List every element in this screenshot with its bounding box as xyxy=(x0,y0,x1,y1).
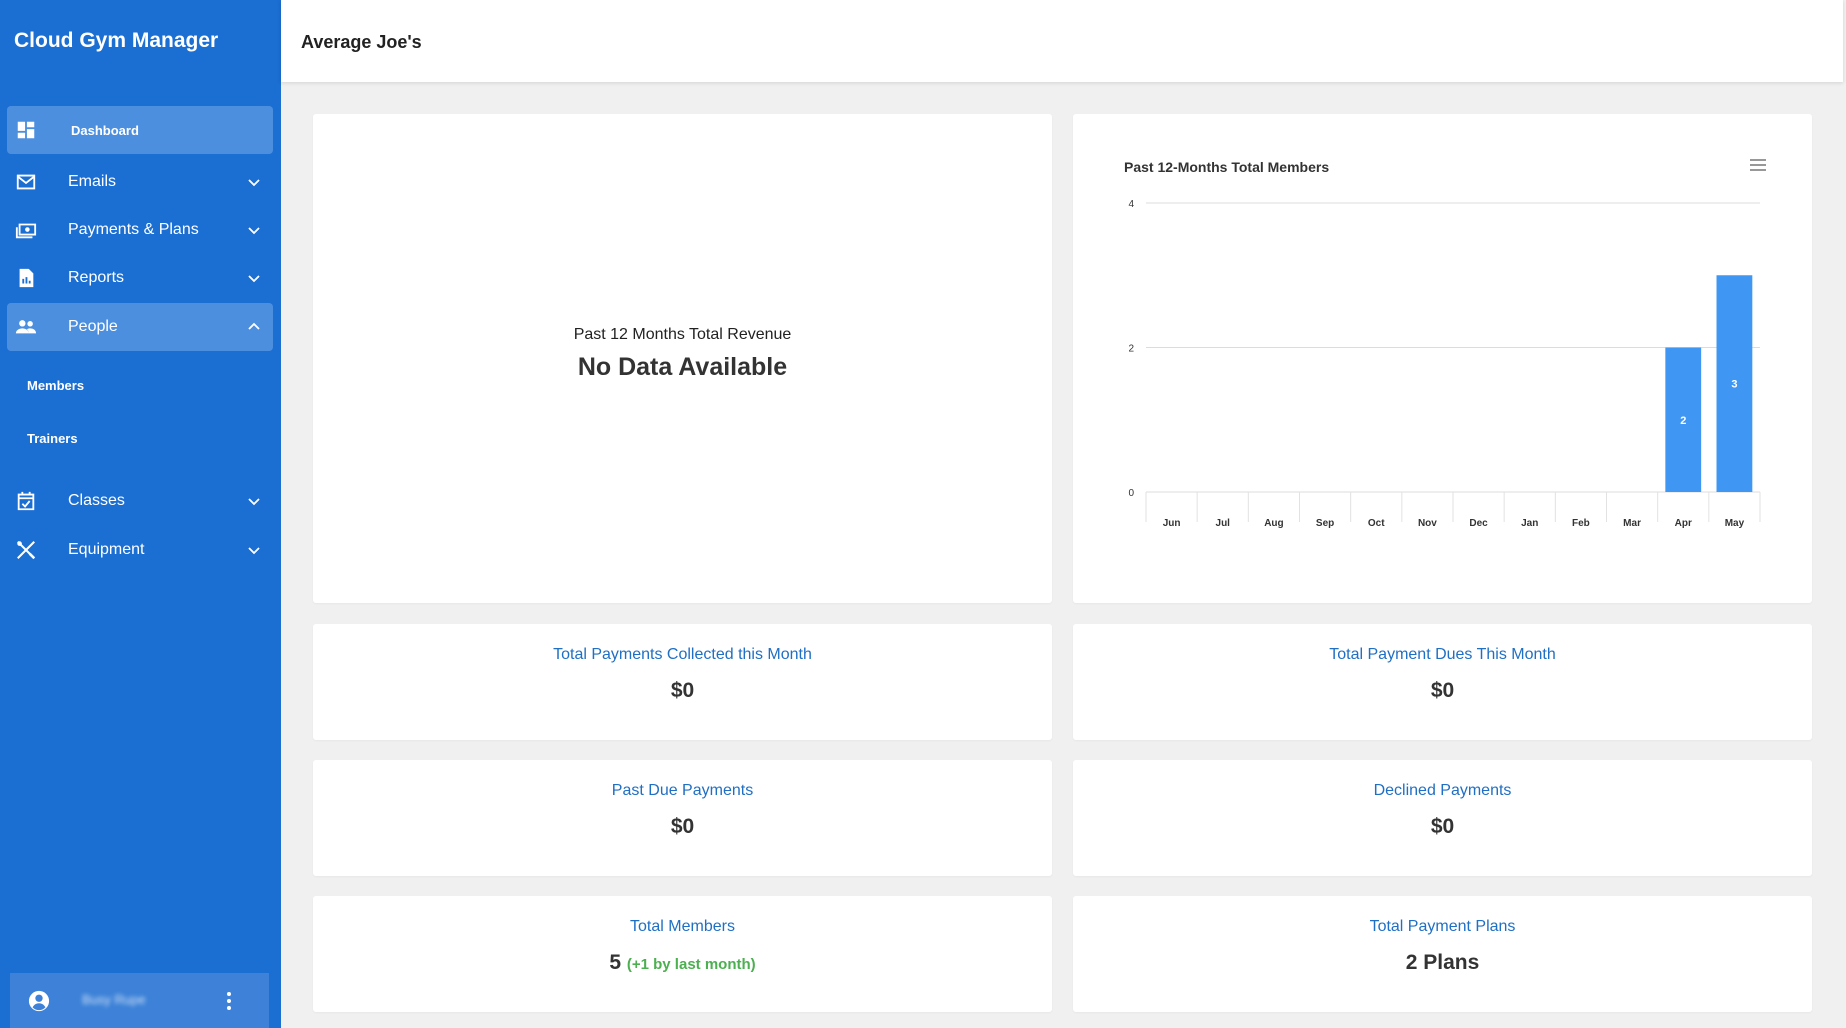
sidebar-subitem-trainers[interactable]: Trainers xyxy=(27,431,78,446)
chevron-down-icon xyxy=(248,498,260,506)
payment-dues-label[interactable]: Total Payment Dues This Month xyxy=(1073,646,1812,664)
more-vertical-icon[interactable] xyxy=(225,990,233,1012)
revenue-value: No Data Available xyxy=(577,353,788,381)
declined-value: $0 xyxy=(1430,815,1455,838)
x-tick-label: Oct xyxy=(1368,518,1385,529)
past-due-value: $0 xyxy=(670,815,695,838)
chevron-down-icon xyxy=(248,227,260,235)
mail-icon xyxy=(16,174,36,190)
report-icon xyxy=(19,268,34,288)
sidebar-item-label: People xyxy=(68,318,118,335)
sidebar-item-label: Emails xyxy=(68,173,117,190)
declined-label[interactable]: Declined Payments xyxy=(1073,782,1812,800)
x-tick-label: Apr xyxy=(1675,518,1692,529)
user-name: Busy Rupe xyxy=(82,992,146,1007)
x-tick-label: Jan xyxy=(1521,518,1538,529)
x-tick-label: Nov xyxy=(1418,518,1437,529)
total-members-card: Total Members 5 (+1 by last month) xyxy=(313,896,1052,1012)
total-members-delta: (+1 by last month) xyxy=(626,956,756,973)
members-chart-card: Past 12-Months Total Members 0 2 4 Jun Jul Au… xyxy=(1073,114,1812,603)
y-tick-label: 4 xyxy=(1128,199,1134,210)
bar-data-label: 3 xyxy=(1731,379,1737,391)
chevron-down-icon xyxy=(248,179,260,187)
x-tick-label: May xyxy=(1725,518,1745,529)
sidebar: Cloud Gym Manager Dashboard Emails Payme… xyxy=(0,0,281,1028)
x-tick-label: Aug xyxy=(1264,518,1283,529)
x-tick-label: Mar xyxy=(1623,518,1641,529)
past-due-card: Past Due Payments $0 xyxy=(313,760,1052,876)
dashboard-icon xyxy=(17,121,35,139)
sidebar-item-emails[interactable]: Emails xyxy=(7,158,273,206)
x-tick-label: Jul xyxy=(1216,518,1231,529)
total-members-value: 5 xyxy=(609,951,622,974)
payments-collected-card: Total Payments Collected this Month $0 xyxy=(313,624,1052,740)
y-tick-label: 2 xyxy=(1128,344,1134,355)
x-tick-label: Sep xyxy=(1316,518,1334,529)
x-tick-label: Feb xyxy=(1572,518,1590,529)
payment-plans-card: Total Payment Plans 2 Plans xyxy=(1073,896,1812,1012)
top-header: Average Joe's xyxy=(281,0,1843,82)
tools-icon xyxy=(17,541,36,560)
sidebar-item-payments-plans[interactable]: Payments & Plans xyxy=(7,206,273,254)
x-tick-label: Dec xyxy=(1469,518,1488,529)
past-due-label[interactable]: Past Due Payments xyxy=(313,782,1052,800)
total-members-value-row: 5 (+1 by last month) xyxy=(313,951,1052,975)
bar-data-label: 2 xyxy=(1680,415,1686,427)
sidebar-item-people[interactable]: People xyxy=(7,303,273,351)
revenue-card: Past 12 Months Total Revenue No Data Ava… xyxy=(313,114,1052,603)
sidebar-item-label: Reports xyxy=(68,269,125,286)
sidebar-subitem-members[interactable]: Members xyxy=(27,378,84,393)
sidebar-item-reports[interactable]: Reports xyxy=(7,254,273,302)
payments-icon xyxy=(15,223,37,239)
payment-plans-value: 2 Plans xyxy=(1405,951,1480,974)
payments-collected-label[interactable]: Total Payments Collected this Month xyxy=(313,646,1052,664)
chevron-up-icon xyxy=(248,322,260,330)
payment-dues-card: Total Payment Dues This Month $0 xyxy=(1073,624,1812,740)
sidebar-item-label: Classes xyxy=(68,492,125,509)
members-bar-chart: 0 2 4 Jun Jul Aug Sep Oct Nov Dec Jan Feb Mar Apr 2 May… xyxy=(1128,199,1761,529)
x-tick-label: Jun xyxy=(1163,518,1181,529)
payments-collected-value: $0 xyxy=(670,679,695,702)
chevron-down-icon xyxy=(248,547,260,555)
calendar-check-icon xyxy=(17,491,35,511)
sidebar-item-dashboard[interactable]: Dashboard xyxy=(7,106,273,154)
user-profile-bar[interactable]: Busy Rupe xyxy=(10,973,269,1028)
app-title: Cloud Gym Manager xyxy=(14,29,219,52)
sidebar-item-label: Payments & Plans xyxy=(68,221,199,238)
payment-dues-value: $0 xyxy=(1430,679,1455,702)
y-tick-label: 0 xyxy=(1128,488,1134,499)
sidebar-item-equipment[interactable]: Equipment xyxy=(7,526,273,574)
gym-name: Average Joe's xyxy=(301,32,422,52)
sidebar-item-label: Equipment xyxy=(68,541,145,558)
people-icon xyxy=(15,320,37,334)
declined-card: Declined Payments $0 xyxy=(1073,760,1812,876)
chevron-down-icon xyxy=(248,275,260,283)
payment-plans-label[interactable]: Total Payment Plans xyxy=(1073,918,1812,936)
account-circle-icon xyxy=(28,990,50,1012)
sidebar-item-label: Dashboard xyxy=(71,122,139,138)
sidebar-item-classes[interactable]: Classes xyxy=(7,477,273,525)
revenue-label: Past 12 Months Total Revenue xyxy=(573,326,792,343)
total-members-label[interactable]: Total Members xyxy=(313,918,1052,936)
